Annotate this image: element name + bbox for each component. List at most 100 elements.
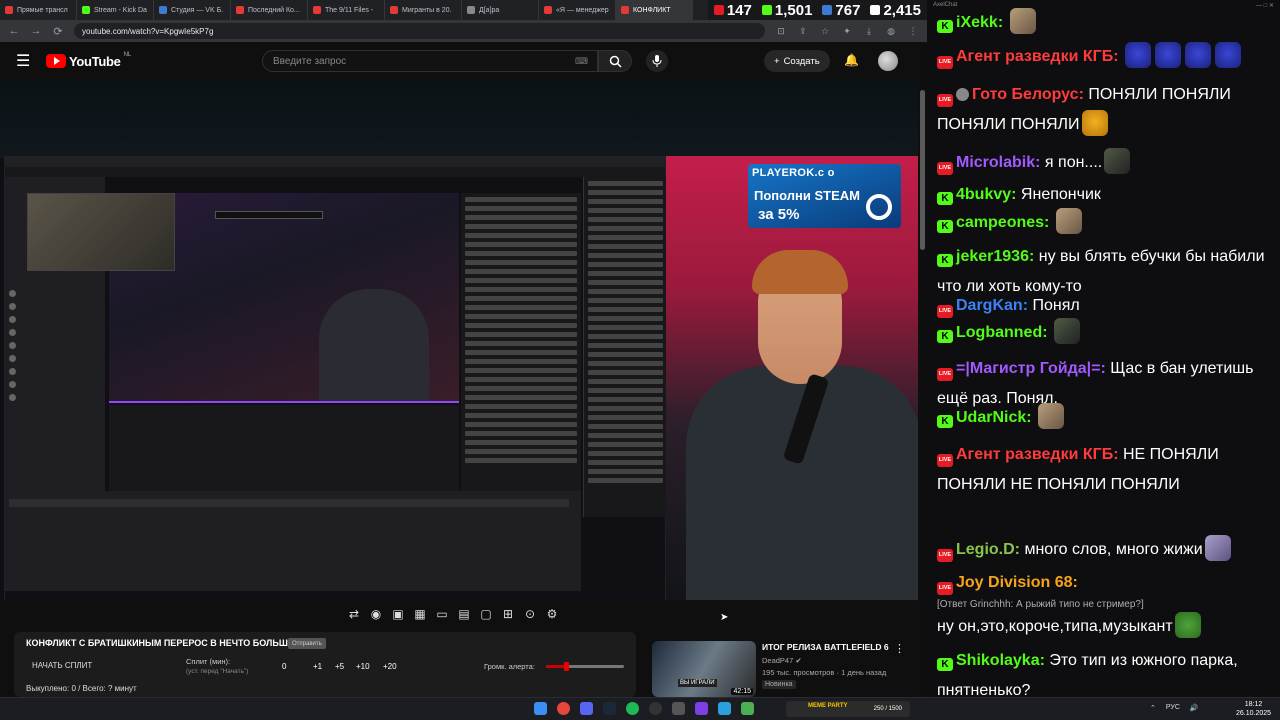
share-icon[interactable]: ⇪ [797, 26, 809, 37]
aspect-ratio-icon[interactable]: ▭ [434, 607, 450, 621]
chat-username[interactable]: UdarNick [956, 409, 1026, 426]
split-add-0-button[interactable]: 0 [282, 662, 286, 671]
split-add-1-button[interactable]: +1 [313, 662, 322, 671]
chat-separator: : [1039, 652, 1050, 669]
chat-username[interactable]: iXekk [956, 14, 998, 31]
extensions-icon[interactable]: ✦ [841, 26, 853, 37]
start-split-button[interactable]: НАЧАТЬ СПЛИТ [32, 661, 92, 670]
chat-username[interactable]: Legio.D [956, 541, 1015, 558]
video-player[interactable]: PLAYEROK.c o Пополни STEAM за 5% [0, 80, 918, 600]
send-badge[interactable]: Отправить [288, 638, 326, 649]
keyboard-icon[interactable]: ⌨ [575, 56, 588, 67]
chat-username[interactable]: Гото Белорус [972, 86, 1079, 103]
miniplayer-icon[interactable]: ▢ [478, 607, 494, 621]
chat-username[interactable]: Агент разведки КГБ [956, 48, 1113, 65]
split-minutes-label: Сплит (мин): [186, 657, 231, 666]
chat-username[interactable]: jeker1936 [956, 248, 1029, 265]
emote-icon [1038, 403, 1065, 429]
screenshot-icon[interactable]: ⊙ [522, 607, 538, 621]
download-icon[interactable]: ⤓ [863, 26, 875, 37]
chrome-icon[interactable] [557, 702, 570, 715]
recommended-title[interactable]: ИТОГ РЕЛИЗА BATTLEFIELD 6 [762, 642, 889, 652]
tab-label: Последний Ко... [248, 6, 300, 14]
add-icon[interactable]: ⊞ [500, 607, 516, 621]
chat-username[interactable]: Shikolayka [956, 652, 1040, 669]
recommended-thumbnail[interactable]: ВЫ ИГРАЛИ 42:15 [652, 641, 756, 697]
app-icon[interactable] [672, 702, 685, 715]
bookmark-star-icon[interactable]: ☆ [819, 26, 831, 37]
spotify-icon[interactable] [626, 702, 639, 715]
player-icon[interactable] [695, 702, 708, 715]
video-background [0, 80, 918, 158]
scrollbar-thumb[interactable] [920, 90, 925, 250]
browser-tab[interactable]: Stream - Kick Da [77, 0, 154, 20]
stat-total: 2,415 [870, 2, 921, 19]
chat-username[interactable]: Агент разведки КГБ [956, 446, 1113, 463]
youtube-logo[interactable]: YouTube NL [46, 52, 131, 69]
loop-icon[interactable]: ⇄ [346, 607, 362, 621]
subtitles-icon[interactable]: ▤ [456, 607, 472, 621]
verified-icon: ✔ [795, 656, 802, 665]
profile-icon[interactable]: ◍ [885, 26, 897, 37]
volume-icon[interactable]: 🔊 [1190, 704, 1199, 712]
cast-icon[interactable]: ▣ [390, 607, 406, 621]
split-add-5-button[interactable]: +5 [335, 662, 344, 671]
captured-webcam [27, 193, 175, 271]
recommended-channel[interactable]: DeadP47 ✔ [762, 656, 802, 665]
chat-username[interactable]: DargKan [956, 297, 1023, 314]
chat-username[interactable]: Logbanned [956, 324, 1042, 341]
account-avatar[interactable] [878, 51, 898, 71]
menu-icon[interactable]: ☰ [16, 51, 32, 71]
browser-menu-icon[interactable]: ⋮ [907, 26, 919, 37]
chat-username[interactable]: =|Магистр Гойда|= [956, 360, 1100, 377]
tab-favicon-icon [236, 6, 244, 14]
captured-twitch-nav [5, 167, 665, 177]
browser-tab[interactable]: The 9/11 Files - [308, 0, 385, 20]
create-button[interactable]: + Создать [764, 50, 830, 72]
telegram-icon[interactable] [718, 702, 731, 715]
discord-icon[interactable] [580, 702, 593, 715]
kick-icon: K [937, 254, 953, 267]
page-scrollbar[interactable] [918, 80, 927, 697]
more-options-icon[interactable]: ⋮ [894, 642, 905, 655]
browser-tab[interactable]: Д[а]ра [462, 0, 539, 20]
forward-icon[interactable]: → [30, 25, 42, 37]
browser-tab[interactable]: КОНФЛИКТ [616, 0, 693, 20]
alert-volume-slider[interactable] [546, 662, 624, 671]
voice-search-button[interactable] [646, 50, 668, 72]
obs-icon[interactable] [649, 702, 662, 715]
notifications-bell-icon[interactable]: 🔔 [844, 53, 859, 67]
split-add-20-button[interactable]: +20 [383, 662, 397, 671]
browser-tab[interactable]: «Я — менеджер [539, 0, 616, 20]
kick-icon: K [937, 20, 953, 33]
kick-icon: K [937, 192, 953, 205]
back-icon[interactable]: ← [8, 25, 20, 37]
search-input[interactable]: Введите запрос [262, 50, 598, 72]
alert-volume-knob[interactable] [563, 662, 569, 671]
search-button[interactable] [598, 50, 632, 72]
browser-tab[interactable]: Студия — VK Б. [154, 0, 231, 20]
chat-separator: : [1014, 541, 1025, 558]
start-icon[interactable] [534, 702, 547, 715]
language-indicator[interactable]: РУС [1166, 704, 1180, 712]
recycle-icon[interactable] [741, 702, 754, 715]
emote-icon [1081, 110, 1108, 137]
settings-gear-icon[interactable]: ⚙ [544, 607, 560, 621]
audio-icon[interactable]: ◉ [368, 607, 384, 621]
clock[interactable]: 18:12 26.10.2025 [1236, 700, 1271, 718]
clapperboard-icon[interactable]: ▦ [412, 607, 428, 621]
chat-username[interactable]: campeones [956, 214, 1044, 231]
install-icon[interactable]: ⊡ [775, 26, 787, 37]
chat-username[interactable]: 4bukvy [956, 186, 1011, 203]
chat-username[interactable]: Joy Division 68 [956, 574, 1073, 591]
browser-tab[interactable]: Последний Ко... [231, 0, 308, 20]
chevron-up-icon[interactable]: ⌃ [1150, 704, 1156, 712]
browser-tab[interactable]: Мигранты в 20. [385, 0, 462, 20]
browser-tab[interactable]: Прямые трансл [0, 0, 77, 20]
steam-icon[interactable] [603, 702, 616, 715]
reload-icon[interactable]: ⟳ [52, 25, 64, 38]
url-field[interactable]: youtube.com/watch?v=KpgwIe5kP7g [74, 23, 765, 39]
chat-username[interactable]: Microlabik [956, 154, 1035, 171]
split-add-10-button[interactable]: +10 [356, 662, 370, 671]
screen: Прямые трансл Stream - Kick Da Студия — VK… [0, 0, 1280, 720]
